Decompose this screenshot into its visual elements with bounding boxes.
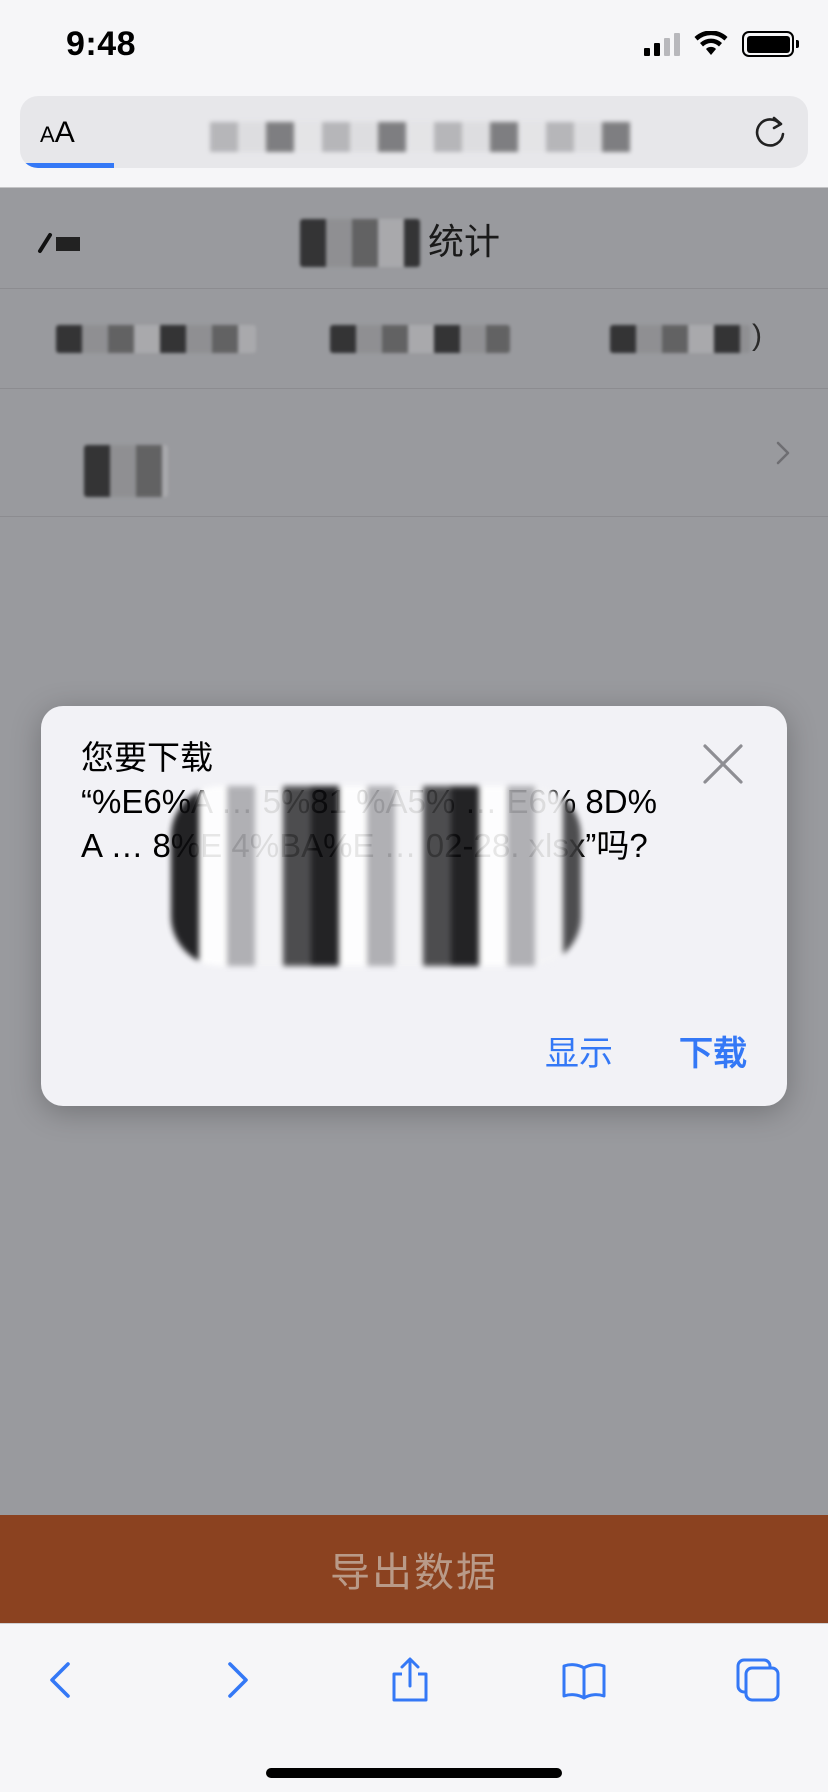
status-bar: 9:48 bbox=[0, 0, 828, 88]
row-text-redacted bbox=[84, 445, 168, 497]
row-suffix: ) bbox=[752, 319, 762, 352]
home-indicator bbox=[266, 1768, 562, 1778]
row-text-redacted bbox=[56, 325, 256, 353]
filename-redaction bbox=[171, 786, 581, 966]
url-text-redacted[interactable] bbox=[210, 122, 630, 152]
back-icon[interactable] bbox=[38, 1656, 86, 1704]
chevron-right-icon bbox=[776, 441, 790, 465]
page-header: 统计 bbox=[0, 189, 828, 289]
tabs-icon[interactable] bbox=[734, 1656, 782, 1704]
reader-options-button[interactable]: AA bbox=[40, 116, 75, 150]
export-data-button[interactable]: 导出数据 bbox=[0, 1515, 828, 1623]
forward-icon[interactable] bbox=[212, 1656, 260, 1704]
status-time: 9:48 bbox=[66, 24, 137, 63]
close-icon[interactable] bbox=[699, 740, 747, 788]
browser-toolbar bbox=[0, 1623, 828, 1792]
address-bar[interactable]: AA bbox=[20, 96, 808, 168]
list-row[interactable]: ) bbox=[0, 289, 828, 389]
page-title: 统计 bbox=[427, 220, 500, 262]
browser-address-area: AA bbox=[0, 88, 828, 188]
download-button[interactable]: 下载 bbox=[679, 1026, 747, 1075]
battery-icon bbox=[742, 31, 799, 57]
page-title-redacted bbox=[300, 219, 420, 267]
row-text-redacted bbox=[610, 325, 750, 353]
export-data-label: 导出数据 bbox=[330, 1551, 498, 1595]
download-alert-dialog: 您要下载 “%E6%A … 5%81 %A5% … E6% 8D%A … 8%E… bbox=[41, 706, 787, 1106]
show-button[interactable]: 显示 bbox=[545, 1026, 613, 1075]
back-arrow-icon[interactable] bbox=[36, 221, 80, 257]
dialog-prompt: 您要下载 bbox=[81, 739, 213, 776]
cellular-signal-icon bbox=[644, 32, 680, 56]
reload-icon[interactable] bbox=[750, 112, 790, 152]
dialog-actions: 显示 下载 bbox=[545, 1026, 747, 1075]
row-text-redacted bbox=[330, 325, 510, 353]
list-row[interactable] bbox=[0, 389, 828, 517]
page-load-progress bbox=[20, 163, 114, 168]
status-icons bbox=[644, 31, 799, 57]
bookmarks-icon[interactable] bbox=[560, 1656, 608, 1704]
share-icon[interactable] bbox=[386, 1656, 434, 1704]
wifi-icon bbox=[694, 31, 728, 55]
